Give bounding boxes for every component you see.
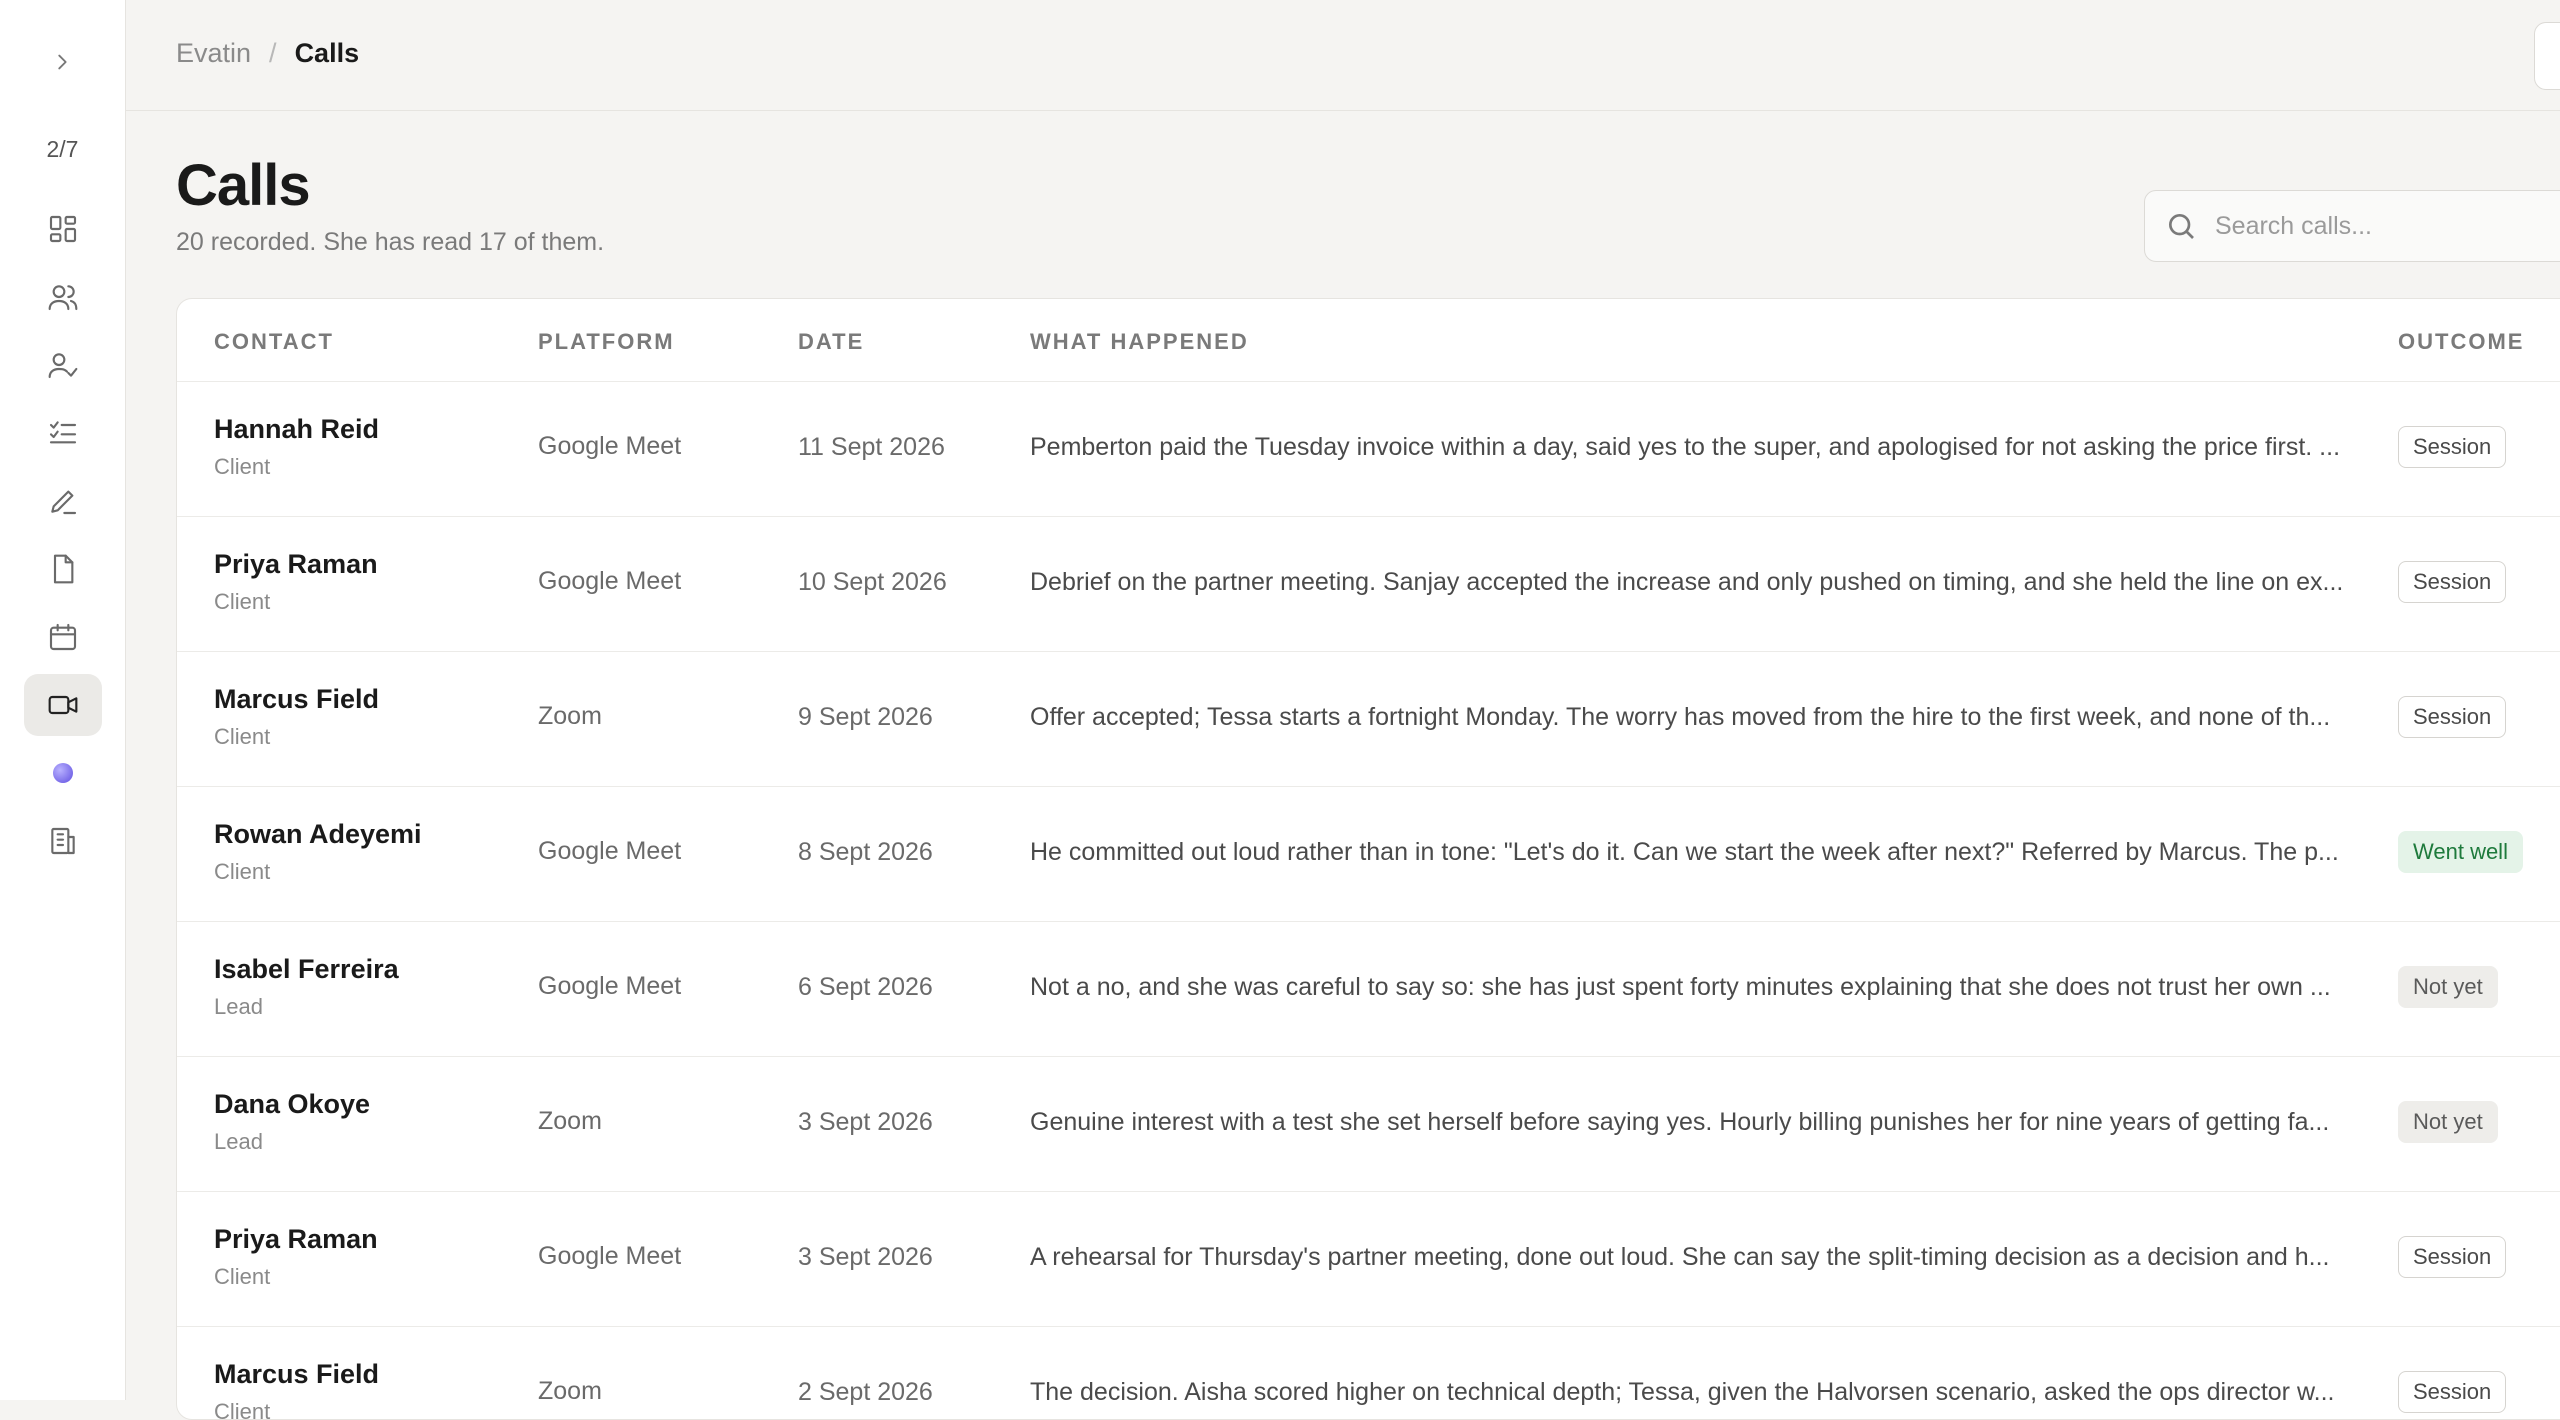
contact-name: Dana Okoye (214, 1089, 371, 1119)
table-row[interactable]: Marcus Field Client Zoom 2 Sept 2026 The dec… (177, 1327, 2560, 1420)
breadcrumb-separator: / (269, 38, 277, 68)
call-summary: Debrief on the partner meeting. Sanjay a… (1030, 568, 2344, 596)
call-date: 6 Sept 2026 (798, 973, 933, 1001)
orb-icon (53, 763, 73, 783)
expand-sidebar-button[interactable] (44, 44, 80, 80)
call-summary: He committed out loud rather than in ton… (1030, 838, 2339, 866)
contact-role: Client (214, 1264, 271, 1289)
calendar-icon (49, 623, 77, 651)
nav-calendar[interactable] (24, 606, 102, 668)
call-date: 3 Sept 2026 (798, 1243, 933, 1271)
pencil-icon (51, 490, 77, 515)
contact-role: Client (214, 589, 271, 614)
contact-name: Priya Raman (214, 549, 378, 579)
call-platform: Google Meet (538, 837, 682, 865)
outcome-badge: Session (2398, 1371, 2507, 1413)
page-title: Calls (176, 153, 311, 218)
nav-notes[interactable] (24, 470, 102, 532)
building-icon (51, 827, 75, 855)
contact-role: Lead (214, 994, 263, 1019)
header-contact[interactable]: CONTACT (214, 329, 334, 355)
contact-role: Client (214, 724, 271, 749)
contact-name: Rowan Adeyemi (214, 819, 422, 849)
contact-name: Priya Raman (214, 1224, 378, 1254)
nav-calls[interactable] (24, 674, 102, 736)
nav-people[interactable] (24, 266, 102, 328)
outcome-badge: Session (2398, 561, 2507, 603)
outcome-badge: Session (2398, 426, 2507, 468)
breadcrumb-current: Calls (294, 38, 360, 68)
call-summary: The decision. Aisha scored higher on tec… (1030, 1378, 2335, 1406)
contact-name: Isabel Ferreira (214, 954, 399, 984)
nav-tasks[interactable] (24, 402, 102, 464)
nav-assistant[interactable] (24, 742, 102, 804)
table-row[interactable]: Isabel Ferreira Lead Google Meet 6 Sept 202… (177, 922, 2560, 1057)
search-input[interactable] (2213, 210, 2560, 242)
table-row[interactable]: Dana Okoye Lead Zoom 3 Sept 2026 Genuine int… (177, 1057, 2560, 1192)
outcome-badge: Session (2398, 1236, 2507, 1278)
header-outcome[interactable]: OUTCOME (2398, 329, 2524, 355)
call-platform: Zoom (538, 1107, 602, 1135)
dashboard-grid-icon (49, 215, 77, 243)
page-subtitle: 20 recorded. She has read 17 of them. (176, 228, 605, 256)
search-icon (2169, 214, 2194, 239)
contact-name: Hannah Reid (214, 414, 380, 444)
call-date: 10 Sept 2026 (798, 568, 947, 596)
nav-dashboard[interactable] (24, 198, 102, 260)
breadcrumb-root-link[interactable]: Evatin (176, 38, 251, 69)
contact-name: Marcus Field (214, 684, 380, 714)
call-platform: Google Meet (538, 567, 682, 595)
table-row[interactable]: Priya Raman Client Google Meet 3 Sept 2026 A… (177, 1192, 2560, 1327)
contact-role: Client (214, 1399, 271, 1420)
user-check-icon (48, 353, 78, 379)
call-date: 11 Sept 2026 (798, 433, 945, 461)
video-camera-icon (48, 695, 78, 715)
table-header: CONTACT PLATFORM DATE WHAT HAPPENED OUTC… (177, 299, 2560, 382)
checklist-icon (49, 421, 77, 444)
header-action-button[interactable] (2534, 22, 2560, 90)
call-platform: Google Meet (538, 972, 682, 1000)
call-date: 3 Sept 2026 (798, 1108, 933, 1136)
call-summary: Pemberton paid the Tuesday invoice withi… (1030, 433, 2341, 461)
search-box[interactable] (2144, 190, 2560, 262)
contact-name: Marcus Field (214, 1359, 380, 1389)
page-counter: 2/7 (46, 136, 79, 162)
table-row[interactable]: Hannah Reid Client Google Meet 11 Sept 2026… (177, 382, 2560, 517)
outcome-badge: Not yet (2398, 1101, 2498, 1143)
outcome-badge: Not yet (2398, 966, 2498, 1008)
people-icon (48, 285, 78, 311)
table-row[interactable]: Priya Raman Client Google Meet 10 Sept 2026… (177, 517, 2560, 652)
document-icon (53, 554, 74, 584)
call-date: 9 Sept 2026 (798, 703, 933, 731)
call-summary: Genuine interest with a test she set her… (1030, 1108, 2330, 1136)
call-platform: Zoom (538, 1377, 602, 1405)
call-platform: Google Meet (538, 432, 682, 460)
header-date[interactable]: DATE (798, 329, 864, 355)
chevron-right-icon (58, 54, 67, 70)
nav-clients[interactable] (24, 334, 102, 396)
call-summary: Offer accepted; Tessa starts a fortnight… (1030, 703, 2331, 731)
sidebar: 2/7 (0, 0, 126, 1400)
calls-table: CONTACT PLATFORM DATE WHAT HAPPENED OUTC… (176, 298, 2560, 1420)
call-platform: Google Meet (538, 1242, 682, 1270)
call-summary: A rehearsal for Thursday's partner meeti… (1030, 1243, 2330, 1271)
contact-role: Client (214, 454, 271, 479)
table-row[interactable]: Rowan Adeyemi Client Google Meet 8 Sept 202… (177, 787, 2560, 922)
header-what-happened[interactable]: WHAT HAPPENED (1030, 329, 1249, 355)
contact-role: Client (214, 859, 271, 884)
outcome-badge: Went well (2398, 831, 2523, 873)
breadcrumb: Evatin / Calls (176, 38, 359, 69)
call-date: 2 Sept 2026 (798, 1378, 933, 1406)
table-row[interactable]: Marcus Field Client Zoom 9 Sept 2026 Offer a… (177, 652, 2560, 787)
nav-organisation[interactable] (24, 810, 102, 872)
call-summary: Not a no, and she was careful to say so:… (1030, 973, 2331, 1001)
call-platform: Zoom (538, 702, 602, 730)
table-body: Hannah Reid Client Google Meet 11 Sept 2026… (177, 382, 2560, 1420)
outcome-badge: Session (2398, 696, 2507, 738)
nav-documents[interactable] (24, 538, 102, 600)
top-bar: Evatin / Calls (126, 0, 2560, 111)
call-date: 8 Sept 2026 (798, 838, 933, 866)
contact-role: Lead (214, 1129, 263, 1154)
header-platform[interactable]: PLATFORM (538, 329, 675, 355)
